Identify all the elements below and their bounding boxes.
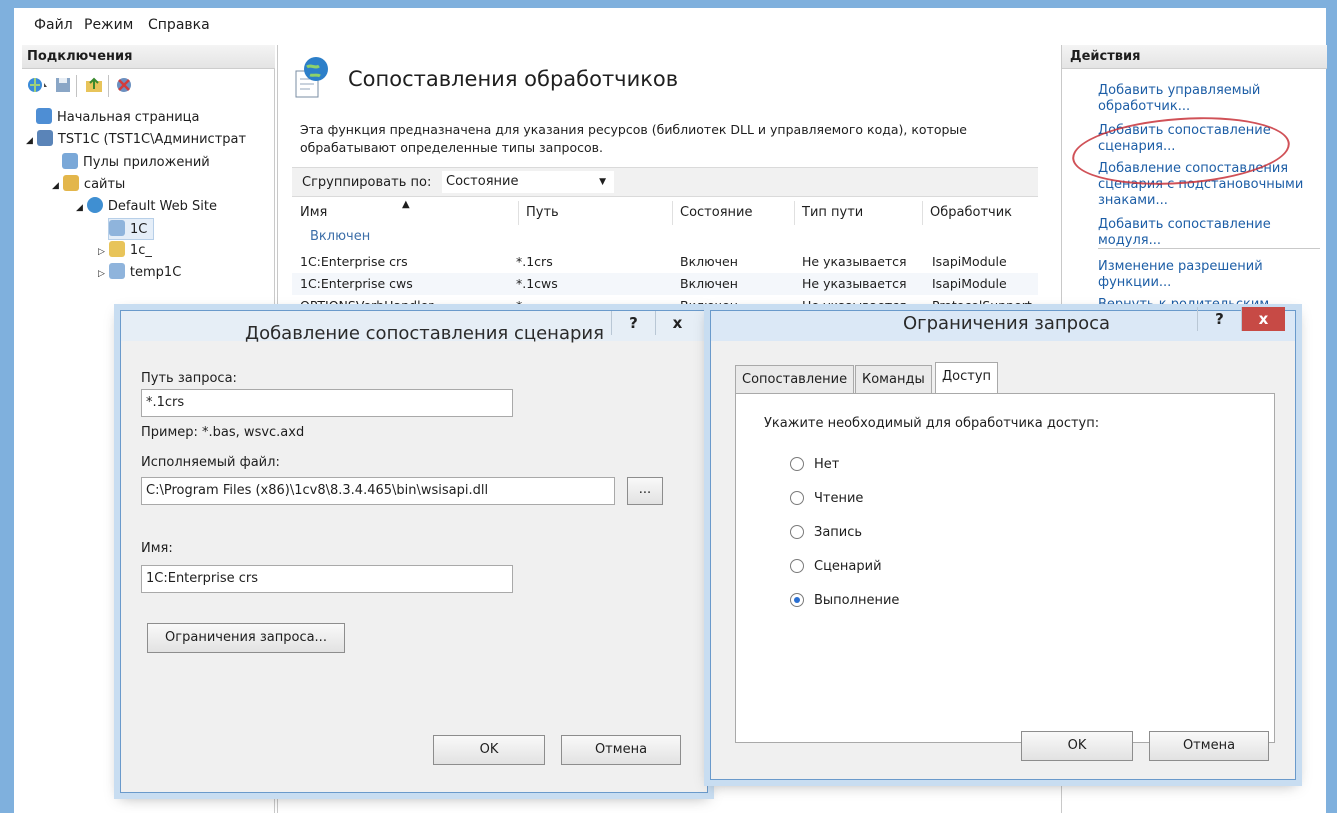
close-button[interactable]: x xyxy=(1241,307,1285,331)
access-tab-panel: Укажите необходимый для обработчика дост… xyxy=(735,393,1275,743)
dialog-title: Ограничения запроса xyxy=(903,313,1111,334)
collapsed-arrow-icon[interactable]: ▷ xyxy=(98,247,105,257)
add-script-map-dialog: Добавление сопоставления сценария ? x Пу… xyxy=(120,310,708,793)
access-prompt: Укажите необходимый для обработчика дост… xyxy=(764,416,1100,431)
request-restrictions-dialog: Ограничения запроса ? x Сопоставление Ко… xyxy=(710,307,1296,780)
actions-title: Действия xyxy=(1062,45,1327,69)
request-path-input[interactable]: *.1crs xyxy=(141,389,513,417)
ok-button[interactable]: OK xyxy=(433,735,545,765)
expanded-arrow-icon[interactable]: ◢ xyxy=(52,181,59,191)
expanded-arrow-icon[interactable]: ◢ xyxy=(76,203,83,213)
window-frame-right xyxy=(1326,0,1337,813)
help-button[interactable]: ? xyxy=(1197,307,1241,331)
help-button[interactable]: ? xyxy=(611,311,655,335)
browse-button[interactable]: ... xyxy=(627,477,663,505)
group-by-label: Сгруппировать по: xyxy=(302,175,432,190)
table-row[interactable]: 1C:Enterprise crs *.1crs Включен Не указ… xyxy=(292,251,1038,273)
tree-item-server[interactable]: ◢ TST1C (TST1C\Администрат xyxy=(26,129,246,151)
toolbar-separator xyxy=(108,75,109,97)
tree-item-default-web-site[interactable]: ◢ Default Web Site xyxy=(76,196,217,218)
tab-mapping[interactable]: Сопоставление xyxy=(735,365,855,393)
page-title: Сопоставления обработчиков xyxy=(348,67,679,91)
column-separator[interactable] xyxy=(672,201,673,225)
menu-help[interactable]: Справка xyxy=(148,17,210,33)
tree-item-temp1c[interactable]: ▷ temp1C xyxy=(98,262,181,284)
request-path-example: Пример: *.bas, wsvc.axd xyxy=(141,425,305,440)
toolbar-separator xyxy=(76,75,77,97)
executable-label: Исполняемый файл: xyxy=(141,455,280,470)
column-separator[interactable] xyxy=(794,201,795,225)
folder-up-icon[interactable] xyxy=(84,75,104,97)
request-path-label: Путь запроса: xyxy=(141,371,237,386)
server-icon xyxy=(36,130,53,146)
handler-mappings-icon xyxy=(292,55,332,99)
executable-input[interactable]: C:\Program Files (x86)\1cv8\8.3.4.465\bi… xyxy=(141,477,615,505)
tree-item-1c[interactable]: 1C xyxy=(108,218,155,240)
connect-icon[interactable] xyxy=(26,75,50,97)
folder-icon xyxy=(108,241,125,257)
add-managed-handler-link[interactable]: Добавить управляемый обработчик... xyxy=(1098,83,1323,115)
radio-button[interactable] xyxy=(790,491,804,505)
column-separator[interactable] xyxy=(518,201,519,225)
dialog-titlebar: Добавление сопоставления сценария ? x xyxy=(121,311,707,344)
page-description: Эта функция предназначена для указания р… xyxy=(300,122,967,155)
sites-folder-icon xyxy=(62,175,79,191)
column-separator[interactable] xyxy=(922,201,923,225)
radio-button-selected[interactable] xyxy=(790,593,804,607)
ok-button[interactable]: OK xyxy=(1021,731,1133,761)
radio-button[interactable] xyxy=(790,559,804,573)
app-pools-icon xyxy=(62,153,78,169)
column-header-handler[interactable]: Обработчик xyxy=(930,205,1012,220)
group-label-enabled[interactable]: Включен xyxy=(310,229,370,244)
column-header-path-type[interactable]: Тип пути xyxy=(802,205,863,220)
cancel-button[interactable]: Отмена xyxy=(1149,731,1269,761)
menu-mode[interactable]: Режим xyxy=(84,17,133,33)
dialog-title: Добавление сопоставления сценария xyxy=(245,323,604,344)
radio-button[interactable] xyxy=(790,525,804,539)
tab-access[interactable]: Доступ xyxy=(935,362,999,394)
add-module-mapping-link[interactable]: Добавить сопоставление модуля... xyxy=(1098,217,1323,249)
close-button[interactable]: x xyxy=(655,311,699,335)
column-header-path[interactable]: Путь xyxy=(526,205,559,220)
group-by-bar: Сгруппировать по: Состояние ▼ xyxy=(292,167,1038,197)
globe-icon xyxy=(86,197,103,213)
request-restrictions-button[interactable]: Ограничения запроса... xyxy=(147,623,345,653)
connections-title: Подключения xyxy=(22,45,275,69)
application-icon xyxy=(109,220,125,236)
tree-item-1c-underscore[interactable]: ▷ 1c_ xyxy=(98,240,152,262)
window-frame-left xyxy=(0,0,14,813)
collapsed-arrow-icon[interactable]: ▷ xyxy=(98,269,105,279)
sort-ascending-icon: ▲ xyxy=(402,199,410,210)
cancel-button[interactable]: Отмена xyxy=(561,735,681,765)
radio-button[interactable] xyxy=(790,457,804,471)
tab-verbs[interactable]: Команды xyxy=(855,365,932,393)
table-row[interactable]: OPTIONSVerbHandler * Включен Не указывае… xyxy=(292,295,1038,307)
menu-file[interactable]: Файл xyxy=(34,17,73,33)
column-header-name[interactable]: Имя xyxy=(300,205,327,220)
menu-bar: Файл Режим Справка xyxy=(14,8,1326,42)
save-icon[interactable] xyxy=(54,75,72,97)
expanded-arrow-icon[interactable]: ◢ xyxy=(26,136,33,146)
application-icon xyxy=(108,263,125,279)
dialog-titlebar: Ограничения запроса ? x xyxy=(711,307,1295,341)
name-label: Имя: xyxy=(141,541,173,556)
group-by-select[interactable]: Состояние ▼ xyxy=(442,171,614,193)
edit-feature-permissions-link[interactable]: Изменение разрешений функции... xyxy=(1098,259,1323,291)
table-row[interactable]: 1C:Enterprise cws *.1cws Включен Не указ… xyxy=(292,273,1038,295)
start-page-icon xyxy=(36,108,52,124)
actions-divider xyxy=(1098,248,1320,249)
tree-item-sites[interactable]: ◢ сайты xyxy=(52,174,125,196)
tree-item-app-pools[interactable]: Пулы приложений xyxy=(62,152,210,174)
chevron-down-icon: ▼ xyxy=(599,177,606,187)
name-input[interactable]: 1C:Enterprise crs xyxy=(141,565,513,593)
window-frame-top xyxy=(0,0,1337,8)
tree-item-start-page[interactable]: Начальная страница xyxy=(36,107,199,129)
column-header-state[interactable]: Состояние xyxy=(680,205,752,220)
disconnect-icon[interactable] xyxy=(114,75,136,97)
